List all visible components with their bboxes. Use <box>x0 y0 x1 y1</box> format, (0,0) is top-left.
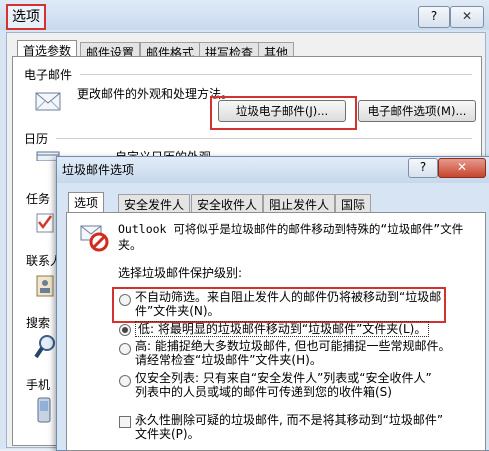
junk-email-button[interactable]: 垃圾电子邮件(J)... <box>218 100 346 122</box>
permanently-delete-label-line1: 永久性删除可疑的垃圾邮件, 而不是将其移动到“垃圾邮件” <box>135 413 444 427</box>
window-title: 选项 <box>6 4 46 30</box>
protection-level-prompt: 选择垃圾邮件保护级别: <box>118 266 243 280</box>
safe-lists-only-radio[interactable] <box>119 375 131 387</box>
email-options-button[interactable]: 电子邮件选项(M)... <box>358 100 476 122</box>
search-section-heading: 搜索 <box>26 316 51 330</box>
close-button[interactable]: ✕ <box>450 6 484 28</box>
magnifier-icon <box>34 334 56 360</box>
safe-lists-label-line2: 列表中的人员或域的邮件可传递到您的收件箱(S) <box>135 385 392 399</box>
low-level-radio[interactable] <box>119 324 131 336</box>
dialog-close-button[interactable]: ✕ <box>438 158 486 178</box>
high-level-label-line1: 高: 能捕捉绝大多数垃圾邮件, 但也可能捕捉一些常规邮件。 <box>135 339 451 353</box>
task-check-icon <box>36 210 54 234</box>
safe-lists-label-line1: 仅安全列表: 只有来自“安全发件人”列表或“安全收件人” <box>135 371 432 385</box>
options-titlebar <box>0 0 489 30</box>
mobile-phone-icon <box>36 396 52 424</box>
dialog-title: 垃圾邮件选项 <box>62 163 135 177</box>
section-divider <box>80 74 472 75</box>
permanently-delete-label-line2: 文件夹(P)。 <box>135 427 200 441</box>
tasks-section-heading: 任务 <box>26 192 51 206</box>
junk-mail-icon <box>80 222 110 252</box>
high-level-label-line2: 请经常检查“垃圾邮件”文件夹(H)。 <box>135 353 322 367</box>
no-filter-radio[interactable] <box>119 294 131 306</box>
no-filter-label-line1: 不自动筛选。来自阻止发件人的邮件仍将被移动到“垃圾邮 <box>135 290 442 304</box>
low-level-label: 低: 将最明显的垃圾邮件移动到“垃圾邮件”文件夹(L)。 <box>135 321 430 337</box>
calendar-section-heading: 日历 <box>24 132 49 146</box>
high-level-radio[interactable] <box>119 343 131 355</box>
email-section-heading: 电子邮件 <box>24 68 73 82</box>
mobile-section-heading: 手机 <box>26 378 51 392</box>
help-button[interactable]: ? <box>418 6 450 28</box>
section-divider <box>56 138 472 139</box>
dialog-help-button[interactable]: ? <box>408 158 438 178</box>
intro-text-line1: Outlook 可将似乎是垃圾邮件的邮件移动到特殊的“垃圾邮件”文件 <box>118 222 464 236</box>
permanently-delete-checkbox[interactable] <box>119 416 131 428</box>
intro-text-line2: 夹。 <box>118 238 143 252</box>
no-filter-label-line2: 件”文件夹(N)。 <box>135 304 220 318</box>
envelope-icon <box>34 88 62 114</box>
contact-card-icon <box>36 274 54 298</box>
